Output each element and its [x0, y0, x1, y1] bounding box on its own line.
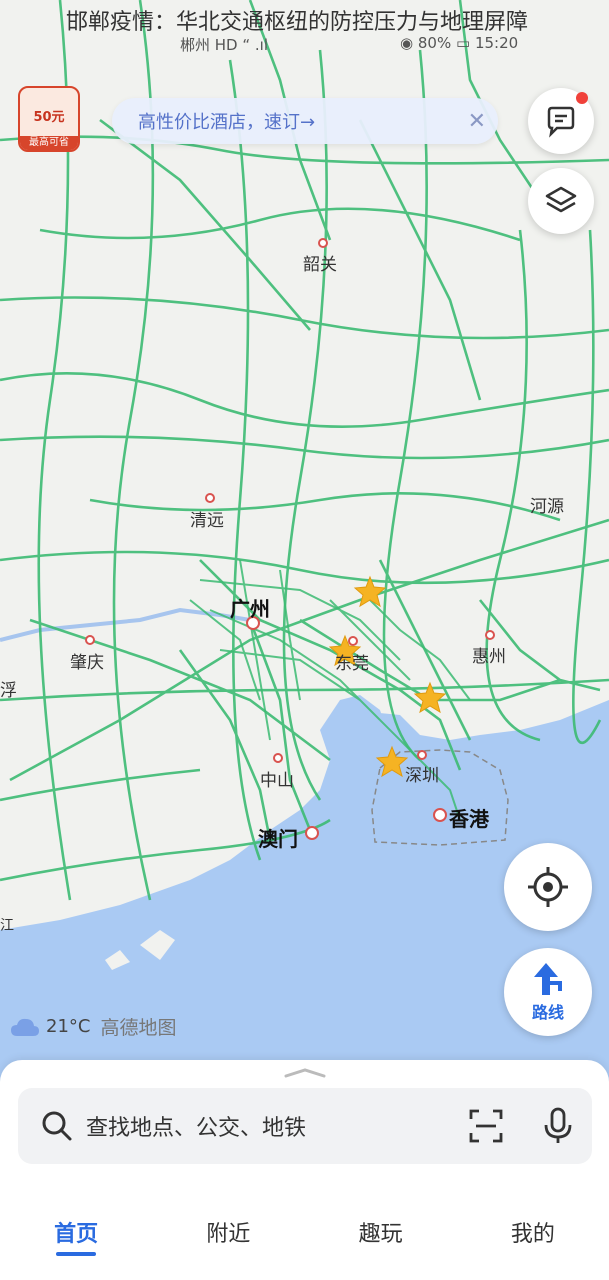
city-label-guangzhou[interactable]: 广州	[230, 593, 270, 622]
locate-icon	[528, 867, 568, 907]
tab-nearby[interactable]: 附近	[152, 1190, 304, 1280]
status-bar: 郴州 HD “ .ıl ◉ 80% ▭ 15:20	[0, 34, 609, 56]
city-label-xianggang[interactable]: 香港	[449, 803, 489, 832]
clock: 15:20	[474, 34, 519, 52]
battery-percent: 80%	[417, 34, 452, 52]
city-label-fu[interactable]: 浮	[0, 676, 17, 701]
city-label-aomen[interactable]: 澳门	[258, 823, 298, 852]
layers-icon	[545, 186, 577, 213]
notification-dot	[576, 92, 588, 104]
message-button[interactable]	[528, 88, 594, 154]
hotel-banner-text[interactable]: 高性价比酒店，速订→	[138, 108, 468, 134]
temperature: 21°C	[46, 1016, 91, 1037]
microphone-icon[interactable]	[542, 1107, 574, 1145]
search-input[interactable]: 查找地点、公交、地铁	[86, 1110, 468, 1142]
overlay-title: 邯郸疫情：华北交通枢纽的防控压力与地理屏障	[66, 10, 529, 34]
locate-button[interactable]	[504, 843, 592, 931]
scan-icon[interactable]	[468, 1108, 504, 1144]
search-icon	[42, 1111, 72, 1141]
weather-widget[interactable]: 21°C 高德地图	[10, 1013, 177, 1040]
city-label-dongguan[interactable]: 东莞	[335, 649, 369, 674]
route-button[interactable]: 路线	[504, 948, 592, 1036]
battery-icon: ▭	[456, 34, 471, 52]
tab-home[interactable]: 首页	[0, 1190, 152, 1280]
city-label-zhongshan[interactable]: 中山	[260, 766, 294, 791]
promo-tag: 最高可省	[20, 136, 78, 150]
city-label-shaoguan[interactable]: 韶关	[303, 250, 337, 275]
city-label-jiang[interactable]: 江	[0, 915, 14, 935]
close-icon[interactable]: ✕	[468, 109, 486, 134]
eye-icon: ◉	[400, 34, 414, 52]
tab-fun[interactable]: 趣玩	[305, 1190, 457, 1280]
status-right: ◉ 80% ▭ 15:20	[400, 34, 518, 52]
tab-bar: 首页 附近 趣玩 我的	[0, 1190, 609, 1280]
route-arrow-icon	[534, 963, 562, 995]
hotel-banner[interactable]: 高性价比酒店，速订→ ✕	[112, 98, 498, 144]
drag-handle-icon[interactable]	[284, 1068, 326, 1078]
city-label-qingyuan[interactable]: 清远	[190, 506, 224, 531]
route-label: 路线	[531, 1003, 564, 1022]
cloud-icon	[11, 1018, 39, 1036]
promo-amount: 50元	[33, 110, 65, 125]
promo-badge[interactable]: 50元 最高可省	[18, 86, 80, 152]
city-label-shenzhen[interactable]: 深圳	[405, 761, 439, 786]
message-icon	[547, 106, 575, 138]
brand-watermark: 高德地图	[100, 1017, 177, 1039]
layers-button[interactable]	[528, 168, 594, 234]
status-left: 郴州 HD “ .ıl	[180, 36, 269, 54]
tab-mine[interactable]: 我的	[457, 1190, 609, 1280]
city-label-huizhou[interactable]: 惠州	[472, 642, 506, 667]
city-label-zhaoqing[interactable]: 肇庆	[70, 648, 104, 673]
city-label-heyuan[interactable]: 河源	[530, 492, 564, 517]
search-bar[interactable]: 查找地点、公交、地铁	[18, 1088, 592, 1164]
